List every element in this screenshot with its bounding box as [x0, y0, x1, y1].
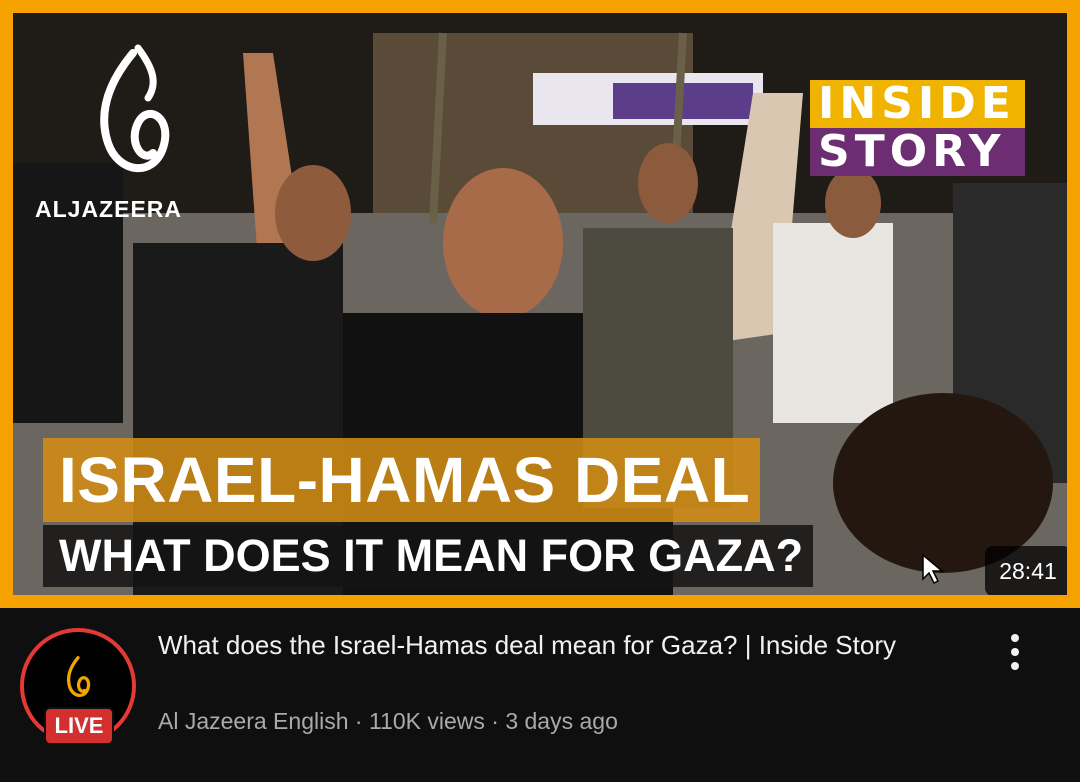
badge-line-1: INSIDE: [810, 80, 1025, 128]
channel-logo-text: ALJAZEERA: [35, 196, 183, 222]
duration-badge: 28:41: [985, 546, 1067, 595]
menu-dot: [1011, 662, 1019, 670]
live-badge: LIVE: [46, 709, 112, 743]
video-title[interactable]: What does the Israel-Hamas deal mean for…: [158, 628, 938, 662]
aljazeera-logo: [53, 43, 213, 198]
mouse-cursor-icon: [922, 553, 945, 585]
video-meta: Al Jazeera English · 110K views · 3 days…: [158, 706, 618, 736]
menu-dot: [1011, 634, 1019, 642]
meta-separator: ·: [491, 708, 506, 734]
view-count: 110K views: [368, 708, 485, 734]
thumbnail-headline: ISRAEL-HAMAS DEAL: [43, 438, 761, 522]
menu-dot: [1011, 648, 1019, 656]
inside-story-badge: INSIDE STORY: [810, 80, 1025, 176]
aljazeera-emblem-icon: [66, 656, 91, 697]
aljazeera-emblem-icon: [100, 44, 170, 172]
upload-age: 3 days ago: [505, 708, 618, 734]
more-vert-icon[interactable]: [1000, 630, 1030, 674]
thumbnail-subline: WHAT DOES IT MEAN FOR GAZA?: [43, 525, 814, 587]
video-thumbnail[interactable]: ALJAZEERA INSIDE STORY ISRAEL-HAMAS DEAL…: [0, 0, 1080, 608]
meta-separator: ·: [354, 708, 369, 734]
badge-line-2: STORY: [810, 128, 1025, 176]
channel-name[interactable]: Al Jazeera English: [158, 708, 349, 734]
